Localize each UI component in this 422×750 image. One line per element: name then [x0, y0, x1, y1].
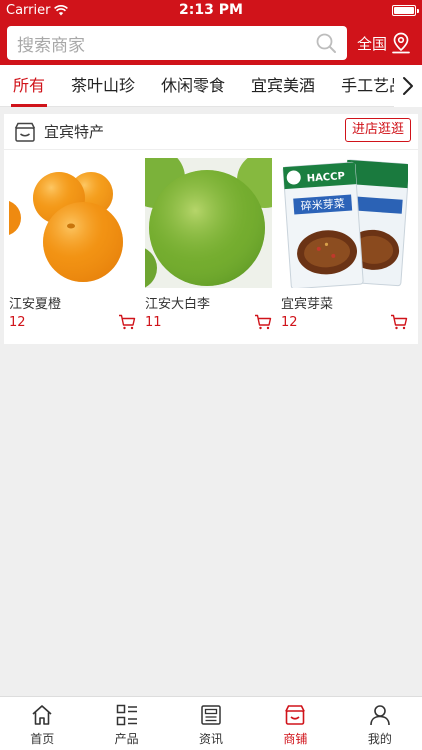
product-image-plums[interactable]: [145, 158, 272, 288]
tab-yibin-liquor[interactable]: 宜宾美酒: [251, 65, 315, 107]
tab-news[interactable]: 资讯: [169, 697, 253, 750]
shop-card: 宜宾特产 进店逛逛 江安夏橙 12 江安大白李 11 HACCP 碎米芽菜 宜宾…: [4, 114, 418, 344]
cart-icon[interactable]: [254, 314, 272, 330]
chevron-right-icon: [403, 77, 413, 95]
product-item[interactable]: 江安夏橙 12: [4, 158, 140, 330]
location-pin-icon: [392, 32, 410, 54]
product-name: 江安大白李: [145, 297, 211, 312]
product-item[interactable]: HACCP 碎米芽菜 宜宾芽菜 12: [276, 158, 412, 330]
grid-list-icon: [115, 703, 139, 727]
product-list: 江安夏橙 12 江安大白李 11 HACCP 碎米芽菜 宜宾芽菜 12: [4, 158, 418, 330]
category-tabs: 所有 茶叶山珍 休闲零食 宜宾美酒 手工艺品: [0, 65, 422, 107]
news-icon: [199, 703, 223, 727]
shop-name: 宜宾特产: [44, 123, 105, 141]
product-name: 江安夏橙: [9, 297, 62, 312]
store-icon: [283, 703, 307, 727]
product-image-yacai[interactable]: HACCP 碎米芽菜: [281, 158, 408, 288]
tab-home[interactable]: 首页: [0, 697, 84, 750]
region-label: 全国: [357, 34, 388, 53]
tab-snacks[interactable]: 休闲零食: [161, 65, 225, 107]
tab-label: 产品: [114, 732, 139, 746]
shop-header: 宜宾特产 进店逛逛: [4, 114, 418, 150]
tab-me[interactable]: 我的: [338, 697, 422, 750]
app-header: Carrier 2:13 PM 搜索商家 全国: [0, 0, 422, 65]
tab-label: 我的: [367, 732, 392, 746]
cart-icon[interactable]: [118, 314, 136, 330]
home-icon: [30, 703, 54, 727]
status-bar: Carrier 2:13 PM: [0, 0, 422, 20]
store-icon: [14, 122, 36, 142]
user-icon: [368, 703, 392, 727]
battery-icon: [392, 5, 419, 16]
more-categories-button[interactable]: [394, 65, 422, 107]
visit-shop-button[interactable]: 进店逛逛: [344, 118, 411, 142]
product-name: 宜宾芽菜: [281, 297, 334, 312]
tab-label: 首页: [30, 732, 55, 746]
tab-products[interactable]: 产品: [84, 697, 168, 750]
cart-icon[interactable]: [390, 314, 408, 330]
search-icon[interactable]: [309, 26, 343, 60]
bottom-tab-bar: 首页 产品 资讯 商铺 我的: [0, 696, 422, 750]
tab-shops[interactable]: 商铺: [253, 697, 337, 750]
tab-all[interactable]: 所有: [10, 65, 48, 107]
product-item[interactable]: 江安大白李 11: [140, 158, 276, 330]
region-selector[interactable]: 全国: [357, 28, 411, 58]
product-image-oranges[interactable]: [9, 158, 136, 288]
clock: 2:13 PM: [179, 2, 243, 18]
search-placeholder: 搜索商家: [17, 35, 85, 56]
tab-label: 商铺: [283, 732, 308, 746]
search-row: 搜索商家 全国: [0, 26, 422, 60]
tab-label: 资讯: [199, 732, 224, 746]
search-input[interactable]: 搜索商家: [7, 26, 347, 60]
tab-tea-mountain[interactable]: 茶叶山珍: [71, 65, 135, 107]
